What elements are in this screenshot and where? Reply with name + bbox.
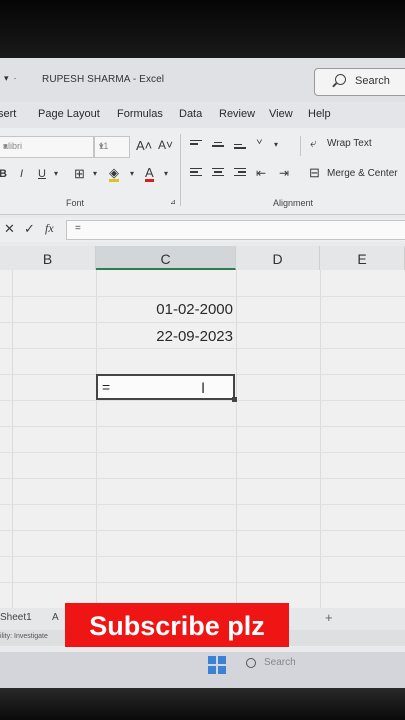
search-box[interactable]: Search <box>314 68 405 96</box>
ribbon: alibri ▾ 11 ▾ A˄ A˅ B I U ▾ ⊞ ▾ ◈ ▾ A ▾ … <box>0 128 405 215</box>
gridline <box>320 270 321 630</box>
chevron-down-icon: ▾ <box>3 141 8 151</box>
insert-function-button[interactable]: fx <box>45 221 54 236</box>
italic-button[interactable]: I <box>20 168 23 180</box>
chevron-down-icon[interactable]: ▾ <box>164 169 168 178</box>
subscribe-overlay-banner: Subscribe plz <box>65 603 289 647</box>
gridline <box>0 452 405 453</box>
menu-formulas[interactable]: Formulas <box>117 108 163 120</box>
column-header-d[interactable]: D <box>236 246 320 270</box>
dialog-launcher-icon[interactable]: ⊿ <box>170 198 176 206</box>
formula-content: = <box>75 223 81 234</box>
menu-review[interactable]: Review <box>219 108 255 120</box>
bold-button[interactable]: B <box>0 168 7 180</box>
title-bar: ▾ · RUPESH SHARMA - Excel Search <box>0 58 405 102</box>
wrap-text-button[interactable]: Wrap Text <box>327 138 372 149</box>
formula-input[interactable]: = <box>66 220 405 240</box>
gridline <box>0 582 405 583</box>
enter-icon[interactable]: ✓ <box>24 221 35 237</box>
fill-color-icon[interactable]: ◈ <box>109 166 119 182</box>
align-left-icon[interactable] <box>190 168 202 178</box>
gridline <box>96 270 97 630</box>
active-cell-editor[interactable]: = I <box>96 374 237 402</box>
align-top-icon[interactable] <box>190 140 202 150</box>
column-header-b[interactable]: B <box>0 246 96 270</box>
menu-help[interactable]: Help <box>308 108 331 120</box>
fill-handle[interactable] <box>232 397 237 402</box>
menu-insert[interactable]: sert <box>0 108 16 120</box>
font-name-dropdown[interactable]: alibri ▾ <box>0 136 94 158</box>
align-middle-icon[interactable] <box>212 142 224 152</box>
column-header-c[interactable]: C <box>96 246 236 270</box>
underline-button[interactable]: U <box>38 168 46 180</box>
gridline <box>236 270 237 630</box>
accessibility-status[interactable]: ility: Investigate <box>0 633 48 640</box>
chevron-down-icon[interactable]: ▾ <box>274 140 278 149</box>
window-title: RUPESH SHARMA - Excel <box>42 74 165 85</box>
borders-icon[interactable]: ⊞ <box>74 166 85 182</box>
menu-bar: sert Page Layout Formulas Data Review Vi… <box>0 102 405 128</box>
gridline <box>0 556 405 557</box>
align-center-icon[interactable] <box>212 168 224 178</box>
sheet-tab-partial[interactable]: A <box>52 612 59 623</box>
phone-bezel-bottom <box>0 688 405 720</box>
column-header-row: B C D E <box>0 246 405 271</box>
quick-access-chevron-icon[interactable]: ▾ · <box>4 73 17 84</box>
text-cursor-icon: I <box>201 381 206 397</box>
orientation-icon[interactable]: ᘁ <box>256 137 263 153</box>
font-color-button[interactable]: A <box>145 166 154 182</box>
wrap-text-icon: ⤶ <box>310 136 317 150</box>
merge-center-button[interactable]: Merge & Center <box>327 168 398 179</box>
merge-center-icon: ⊟ <box>309 165 320 180</box>
grow-font-button[interactable]: A˄ <box>136 138 152 153</box>
chevron-down-icon: ▾ <box>99 141 104 151</box>
active-cell-text: = <box>102 379 111 395</box>
phone-bezel-top <box>0 0 405 58</box>
gridline <box>12 270 13 630</box>
gridline <box>0 348 405 349</box>
gridline <box>0 426 405 427</box>
menu-data[interactable]: Data <box>179 108 202 120</box>
decrease-indent-icon[interactable]: ⇤ <box>256 166 266 180</box>
search-icon <box>335 74 346 85</box>
gridline <box>0 530 405 531</box>
cell-c-date-1[interactable]: 01-02-2000 <box>100 301 233 318</box>
gridline <box>0 504 405 505</box>
align-bottom-icon[interactable] <box>234 144 246 154</box>
windows-taskbar: Search <box>0 652 405 688</box>
gridline <box>0 322 405 323</box>
alignment-group-label: Alignment <box>273 198 314 208</box>
formula-bar: ✕ ✓ fx = <box>0 218 405 242</box>
sheet-tab-sheet1[interactable]: Sheet1 <box>0 612 32 623</box>
search-icon[interactable] <box>246 658 256 668</box>
gridline <box>0 400 405 401</box>
menu-view[interactable]: View <box>269 108 293 120</box>
shrink-font-button[interactable]: A˅ <box>158 138 173 152</box>
increase-indent-icon[interactable]: ⇥ <box>279 166 289 180</box>
font-group-label: Font <box>66 198 85 208</box>
cell-c-date-2[interactable]: 22-09-2023 <box>100 328 233 345</box>
gridline <box>0 478 405 479</box>
excel-window: ▾ · RUPESH SHARMA - Excel Search sert Pa… <box>0 58 405 688</box>
windows-start-icon[interactable] <box>208 656 226 674</box>
search-label: Search <box>355 75 390 87</box>
chevron-down-icon[interactable]: ▾ <box>130 169 134 178</box>
taskbar-search-placeholder[interactable]: Search <box>264 657 296 668</box>
chevron-down-icon[interactable]: ▾ <box>54 169 58 178</box>
divider <box>300 136 301 156</box>
column-header-e[interactable]: E <box>320 246 405 270</box>
gridline <box>0 296 405 297</box>
worksheet-grid[interactable] <box>0 270 405 630</box>
chevron-down-icon[interactable]: ▾ <box>93 169 97 178</box>
align-right-icon[interactable] <box>234 168 246 178</box>
divider <box>180 134 181 206</box>
menu-page-layout[interactable]: Page Layout <box>38 108 100 120</box>
add-sheet-icon[interactable]: + <box>325 610 333 625</box>
font-size-dropdown[interactable]: 11 ▾ <box>94 136 130 158</box>
cancel-icon[interactable]: ✕ <box>4 221 15 237</box>
